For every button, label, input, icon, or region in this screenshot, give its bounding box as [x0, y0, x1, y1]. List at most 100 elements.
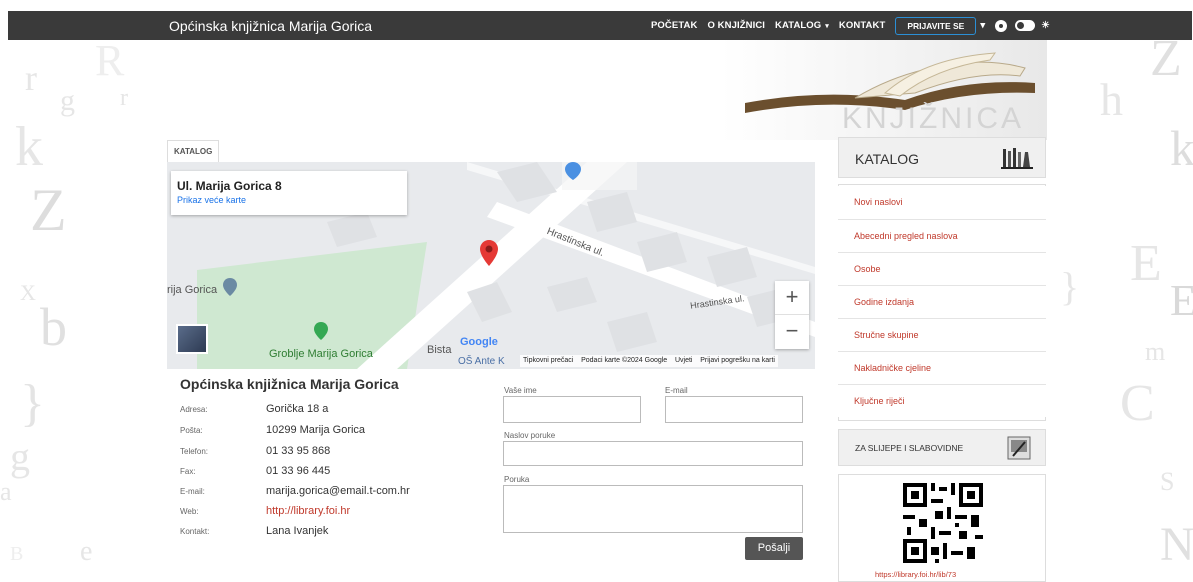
accessibility-label: ZA SLIJEPE I SLABOVIDNE	[855, 443, 964, 453]
map-pin-icon[interactable]	[480, 240, 498, 266]
site-title[interactable]: Općinska knjižnica Marija Gorica	[169, 18, 372, 34]
sidebar-item-kljucne[interactable]: Ključne riječi	[838, 384, 1046, 417]
svg-text:g: g	[60, 84, 75, 117]
accessibility-icon	[1007, 436, 1031, 460]
sidebar-item-osobe[interactable]: Osobe	[838, 252, 1046, 285]
qr-url[interactable]: https://library.foi.hr/lib/73	[875, 570, 956, 579]
contact-row: Web: http://library.foi.hr	[180, 505, 480, 517]
email-value: marija.gorica@email.t-com.hr	[266, 485, 410, 497]
web-link[interactable]: http://library.foi.hr	[266, 505, 350, 517]
svg-text:C: C	[1120, 375, 1155, 432]
catalog-heading-label: KATALOG	[855, 151, 920, 167]
row-value: Lana Ivanjek	[266, 525, 329, 537]
name-field[interactable]	[503, 396, 641, 423]
row-label: Kontakt:	[180, 527, 210, 536]
sidebar-item-novi-naslovi[interactable]: Novi naslovi	[838, 186, 1046, 219]
row-value: 01 33 96 445	[266, 465, 331, 477]
svg-text:X: X	[20, 280, 36, 305]
map-zoom-control: + −	[775, 281, 809, 349]
bookshelf-icon	[1001, 148, 1033, 169]
contact-row: Pošta: 10299 Marija Gorica	[180, 424, 480, 436]
svg-text:e: e	[80, 536, 92, 567]
contact-row: E-mail: marija.gorica@email.t-com.hr	[180, 485, 480, 497]
nav-katalog[interactable]: KATALOG ▾	[775, 20, 829, 31]
svg-text:E: E	[1170, 276, 1193, 325]
svg-text:}: }	[1060, 264, 1079, 309]
nav-katalog-label: KATALOG	[775, 20, 822, 31]
svg-text:m: m	[1145, 337, 1165, 366]
sidebar-item-abecedni[interactable]: Abecedni pregled naslova	[838, 219, 1046, 252]
google-logo: Google	[460, 336, 498, 348]
main-nav: POČETAK O KNJIŽNICI KATALOG ▾ KONTAKT PRI…	[651, 11, 1060, 40]
svg-text:}: }	[20, 375, 45, 432]
gear-icon[interactable]	[995, 19, 1008, 32]
subject-label: Naslov poruke	[504, 431, 556, 440]
row-label: Pošta:	[180, 426, 203, 435]
sidebar-item-godine[interactable]: Godine izdanja	[838, 285, 1046, 318]
row-label: E-mail:	[180, 487, 205, 496]
nav-pocetak[interactable]: POČETAK	[651, 20, 697, 31]
name-label: Vaše ime	[504, 386, 537, 395]
place-pin-icon	[223, 278, 237, 296]
email-label: E-mail	[665, 386, 688, 395]
email-field[interactable]	[665, 396, 803, 423]
svg-text:r: r	[120, 85, 128, 111]
svg-text:b: b	[40, 297, 67, 357]
svg-text:Z: Z	[30, 177, 67, 243]
theme-toggle[interactable]	[1015, 20, 1036, 31]
chevron-down-icon[interactable]: ▾	[980, 20, 985, 31]
svg-text:S: S	[1160, 467, 1174, 496]
svg-text:R: R	[95, 36, 125, 85]
message-field[interactable]	[503, 485, 803, 533]
sidebar-item-strucne[interactable]: Stručne skupine	[838, 318, 1046, 351]
contact-title: Općinska knjižnica Marija Gorica	[180, 376, 399, 392]
park-pin-icon	[314, 322, 328, 340]
logo-text: KNJIŽNICA	[842, 102, 1025, 135]
login-button[interactable]: PRIJAVITE SE	[895, 16, 977, 35]
map-bista-label: Bista	[427, 344, 452, 356]
svg-text:k: k	[15, 116, 43, 178]
svg-text:k: k	[1170, 120, 1193, 176]
accessibility-box[interactable]: ZA SLIJEPE I SLABOVIDNE	[838, 429, 1046, 466]
row-label: Telefon:	[180, 447, 209, 456]
contact-row: Telefon: 01 33 95 868	[180, 445, 480, 457]
svg-text:E: E	[1130, 235, 1162, 292]
row-label: Adresa:	[180, 405, 208, 414]
subject-field[interactable]	[503, 441, 803, 466]
row-label: Web:	[180, 507, 199, 516]
zoom-out-button[interactable]: −	[775, 315, 809, 349]
svg-text:g: g	[10, 434, 30, 479]
street-view-thumbnail[interactable]	[176, 324, 208, 354]
tab-katalog[interactable]: KATALOG	[167, 140, 220, 162]
sidebar-item-nakladnicke[interactable]: Nakladničke cjeline	[838, 351, 1046, 384]
contact-row: Kontakt: Lana Ivanjek	[180, 525, 480, 537]
map-cemetery-label: Groblje Marija Gorica	[269, 348, 373, 360]
row-value: 10299 Marija Gorica	[266, 424, 366, 436]
map-footer[interactable]: Tipkovni prečaci Podaci karte ©2024 Goog…	[520, 355, 778, 367]
contact-row: Fax: 01 33 96 445	[180, 465, 480, 477]
contact-row: Adresa: Gorička 18 a	[180, 403, 480, 415]
nav-o-knjiznici[interactable]: O KNJIŽNICI	[707, 20, 765, 31]
row-value: Gorička 18 a	[266, 403, 329, 415]
row-value: 01 33 95 868	[266, 445, 331, 457]
chevron-down-icon: ▾	[825, 23, 829, 30]
qr-box	[838, 474, 1046, 582]
svg-text:N: N	[1160, 518, 1193, 571]
map-address: Ul. Marija Gorica 8	[177, 179, 282, 193]
sun-icon: ☀	[1041, 20, 1050, 31]
map-place-label: rija Gorica	[167, 284, 218, 296]
send-button[interactable]: Pošalji	[745, 537, 803, 560]
nav-kontakt[interactable]: KONTAKT	[839, 20, 885, 31]
row-label: Fax:	[180, 467, 196, 476]
svg-text:B: B	[10, 543, 23, 565]
zoom-in-button[interactable]: +	[775, 281, 809, 315]
qr-code-icon[interactable]	[903, 483, 983, 563]
svg-text:a: a	[0, 477, 12, 506]
larger-map-link[interactable]: Prikaz veće karte	[177, 195, 401, 205]
map-school-label: OŠ Ante K	[458, 356, 505, 367]
poi-pin-icon	[565, 162, 581, 180]
message-label: Poruka	[504, 475, 530, 484]
svg-text:h: h	[1100, 74, 1123, 125]
map-info-card: Ul. Marija Gorica 8 Prikaz veće karte	[171, 171, 407, 215]
catalog-heading: KATALOG	[838, 137, 1046, 178]
